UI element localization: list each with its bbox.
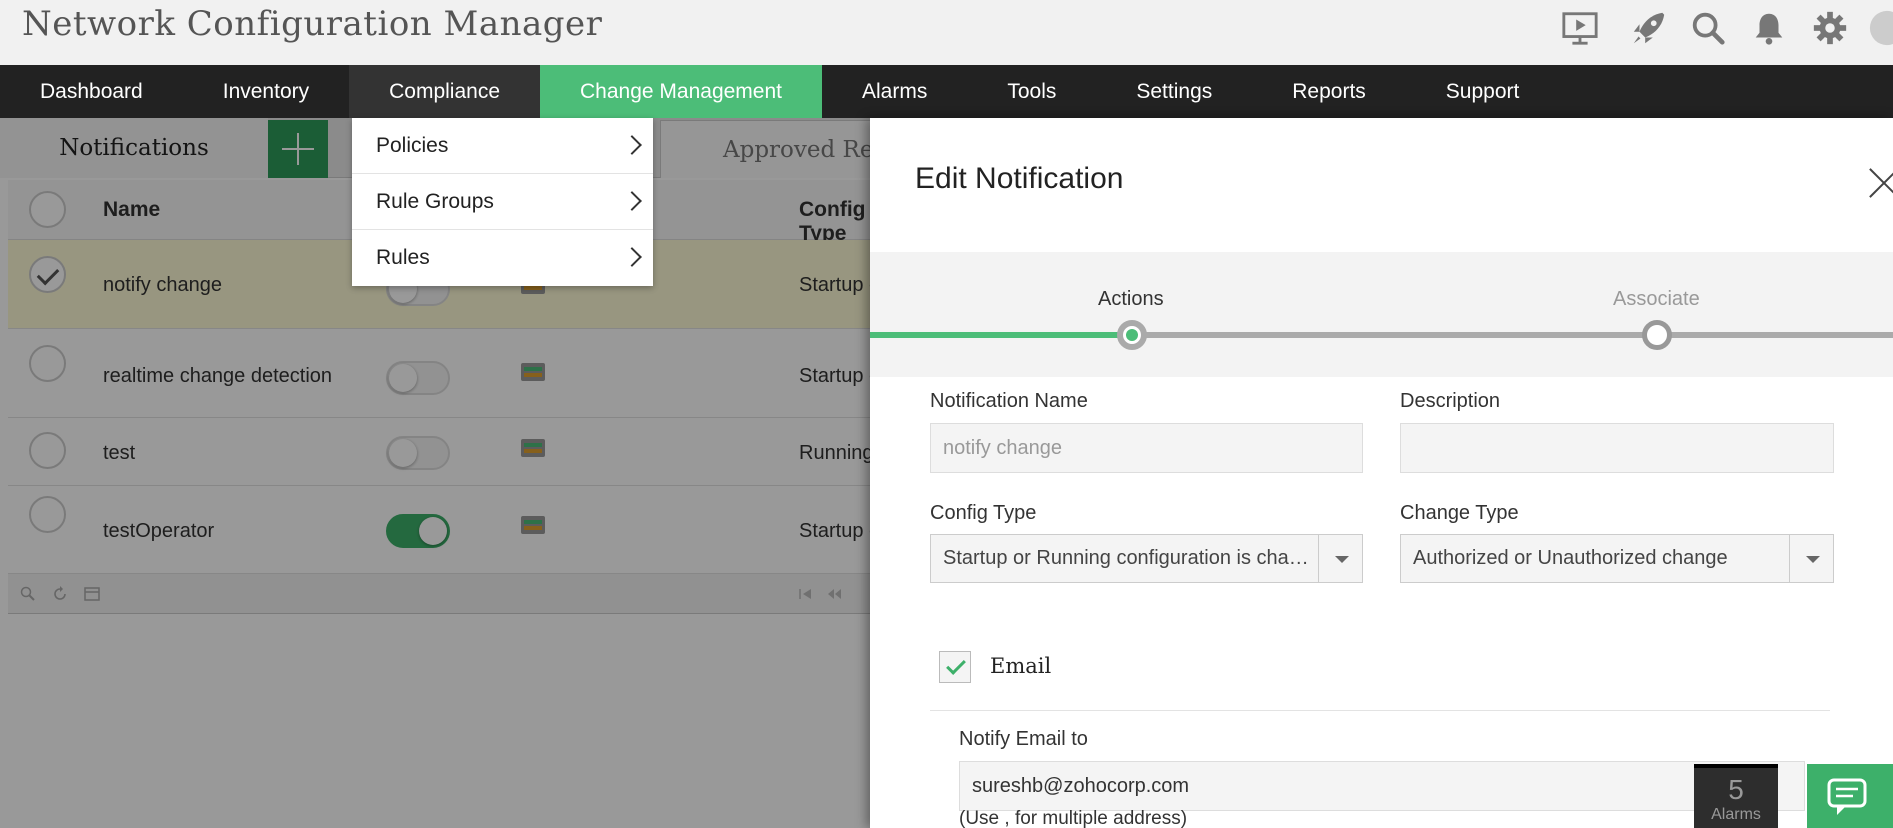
select-value: Startup or Running configuration is chan…: [943, 547, 1318, 569]
nav-settings[interactable]: Settings: [1096, 65, 1252, 118]
chevron-right-icon: [622, 191, 642, 211]
compliance-dropdown: Policies Rule Groups Rules: [352, 118, 653, 286]
chevron-down-icon: [1789, 535, 1833, 582]
notification-name-label: Notification Name: [930, 390, 1088, 412]
email-label: Email: [990, 654, 1052, 678]
nav-compliance[interactable]: Compliance: [349, 65, 541, 118]
notify-email-input[interactable]: [959, 761, 1805, 811]
config-type-label: Config Type: [930, 502, 1037, 524]
step-associate[interactable]: Associate: [1613, 288, 1700, 311]
search-icon[interactable]: [1686, 8, 1730, 48]
select-value: Authorized or Unauthorized change: [1413, 547, 1728, 569]
alarm-label: Alarms: [1711, 806, 1761, 823]
notification-name-input[interactable]: [930, 423, 1363, 473]
description-input[interactable]: [1400, 423, 1834, 473]
chevron-right-icon: [622, 135, 642, 155]
change-type-select[interactable]: Authorized or Unauthorized change: [1400, 534, 1834, 583]
menu-item-rules[interactable]: Rules: [352, 230, 653, 286]
config-type-select[interactable]: Startup or Running configuration is chan…: [930, 534, 1363, 583]
email-hint: (Use , for multiple address): [959, 808, 1188, 828]
step-dot-associate[interactable]: [1642, 320, 1672, 350]
step-progress-complete: [870, 332, 1132, 338]
gear-icon[interactable]: [1808, 8, 1852, 48]
alarm-count: 5: [1728, 774, 1744, 805]
nav-tools[interactable]: Tools: [967, 65, 1096, 118]
nav-reports[interactable]: Reports: [1252, 65, 1406, 118]
nav-dashboard[interactable]: Dashboard: [0, 65, 183, 118]
panel-title: Edit Notification: [915, 162, 1124, 195]
step-progress-remaining: [1132, 332, 1893, 338]
nav-alarms[interactable]: Alarms: [822, 65, 967, 118]
menu-item-label: Policies: [376, 134, 449, 157]
nav-change-management[interactable]: Change Management: [540, 65, 822, 118]
chat-button[interactable]: [1807, 764, 1893, 828]
step-actions[interactable]: Actions: [1098, 288, 1164, 311]
notify-email-label: Notify Email to: [959, 728, 1088, 750]
main-nav: Dashboard Inventory Compliance Change Ma…: [0, 65, 1893, 118]
wizard-steps: Actions Associate: [870, 252, 1893, 377]
alarm-badge[interactable]: 5 Alarms: [1694, 764, 1778, 828]
chat-icon: [1827, 778, 1867, 815]
close-icon[interactable]: [1864, 166, 1893, 200]
app-header: Network Configuration Manager: [0, 0, 1893, 65]
menu-item-rule-groups[interactable]: Rule Groups: [352, 174, 653, 230]
presentation-icon[interactable]: [1558, 8, 1602, 48]
menu-item-policies[interactable]: Policies: [352, 118, 653, 174]
description-label: Description: [1400, 390, 1501, 412]
menu-item-label: Rule Groups: [376, 190, 494, 213]
user-icon[interactable]: [1868, 8, 1893, 48]
chevron-right-icon: [622, 247, 642, 267]
chevron-down-icon: [1318, 535, 1362, 582]
rocket-icon[interactable]: [1627, 8, 1671, 48]
menu-item-label: Rules: [376, 246, 430, 269]
change-type-label: Change Type: [1400, 502, 1519, 524]
nav-inventory[interactable]: Inventory: [183, 65, 349, 118]
bell-icon[interactable]: [1747, 8, 1791, 48]
app-title: Network Configuration Manager: [22, 4, 603, 44]
nav-support[interactable]: Support: [1406, 65, 1560, 118]
divider: [930, 710, 1830, 711]
step-dot-actions[interactable]: [1117, 320, 1147, 350]
edit-notification-panel: Edit Notification Actions Associate Noti…: [870, 118, 1893, 828]
email-checkbox[interactable]: [939, 651, 971, 683]
